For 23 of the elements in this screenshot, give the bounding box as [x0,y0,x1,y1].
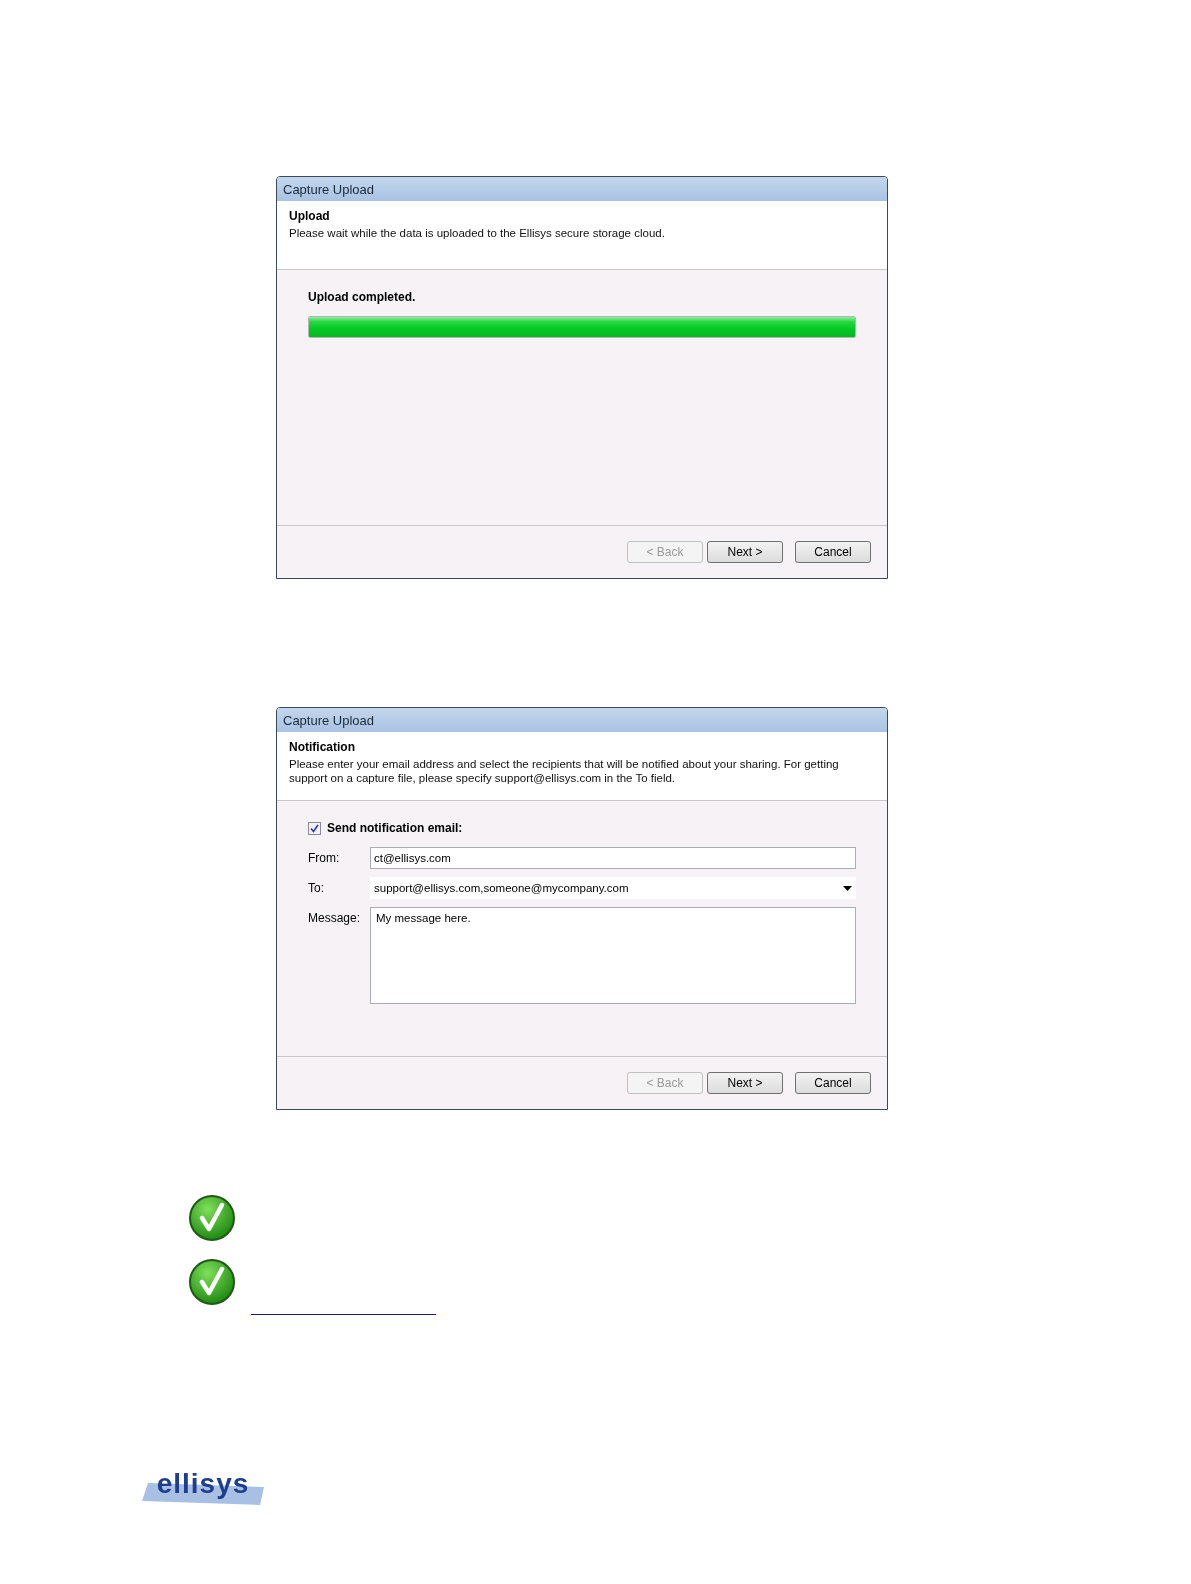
page-description: Please wait while the data is uploaded to the Ellisys secure storage cloud. [289,226,666,240]
field-label: From: [308,850,341,865]
check-circle-icon [188,1258,236,1306]
field-label: To: [308,880,325,895]
page-description: Please enter your email address and select the recipients that will be notified about your sharing. For getting support on a capture file, please specify support@ellisys.com in the To field. [289,757,840,785]
checkbox-label: Send notification email: [327,821,463,835]
dropdown-field[interactable]: support@ellisys.com,someone@mycompany.com [370,877,856,899]
message-field[interactable]: My message here. [370,907,856,1004]
window-title: Capture Upload [283,712,375,728]
dropdown-caret-icon [843,885,852,891]
cancel-button[interactable]: Cancel [795,1072,871,1094]
window-title: Capture Upload [283,181,375,197]
status-text: Upload completed. [308,290,417,304]
next-button[interactable]: Next > [707,1072,783,1094]
field-label: Message: [308,910,362,925]
next-button[interactable]: Next > [707,541,783,563]
logo: ellisys [142,1475,264,1505]
page-heading: Upload [289,209,331,223]
page-heading: Notification [289,740,356,754]
checkbox[interactable] [308,821,321,835]
check-circle-icon [188,1194,236,1242]
cancel-button[interactable]: Cancel [795,541,871,563]
input-field[interactable]: ct@ellisys.com [370,847,856,869]
